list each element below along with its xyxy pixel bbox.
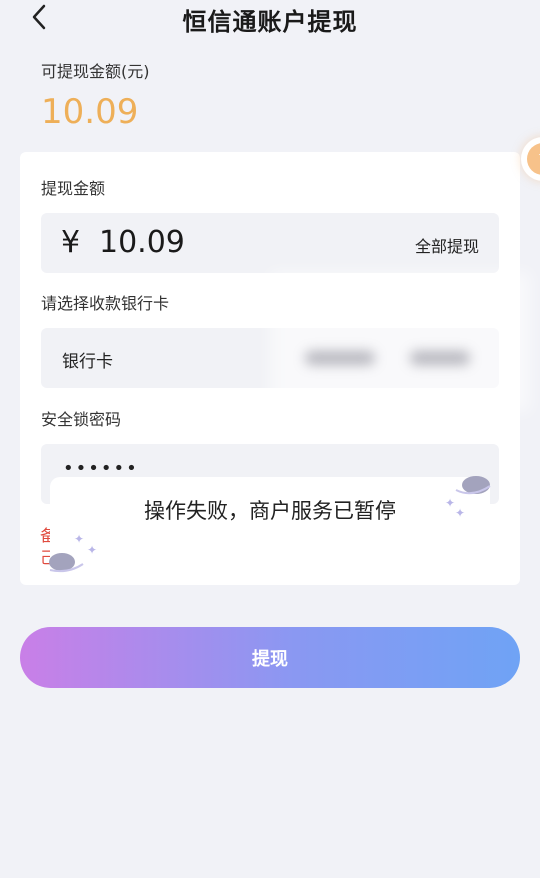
sparkle-icon: ✦ xyxy=(455,506,466,520)
currency-symbol: ¥ xyxy=(61,225,81,260)
amount-input[interactable]: 10.09 xyxy=(99,225,185,260)
toast-message: 操作失败，商户服务已暂停 ✦ ✦ ✦ ✦ xyxy=(49,476,491,573)
bank-card-value: 银行卡 xyxy=(62,352,113,372)
redacted-blob xyxy=(410,351,470,365)
sparkle-icon: ✦ xyxy=(445,496,456,510)
password-input[interactable]: •••••• xyxy=(63,458,139,479)
page-title: 恒信通账户提现 xyxy=(182,8,358,36)
withdraw-all-button[interactable]: 全部提现 xyxy=(415,233,479,257)
redacted-blob xyxy=(305,351,375,365)
planet-icon xyxy=(455,476,491,495)
floating-action-button[interactable]: T xyxy=(521,137,540,181)
password-label: 安全锁密码 xyxy=(41,410,122,429)
available-balance-value: 10.09 xyxy=(41,92,139,132)
available-balance-label: 可提现金额(元) xyxy=(41,62,150,81)
amount-label: 提现金额 xyxy=(41,179,106,198)
redacted-overlay xyxy=(270,272,530,412)
floating-button-icon: T xyxy=(527,143,540,175)
sparkle-icon: ✦ xyxy=(87,543,98,557)
withdraw-submit-button[interactable]: 提现 xyxy=(20,627,520,688)
bank-card-label: 请选择收款银行卡 xyxy=(41,294,170,313)
sparkle-icon: ✦ xyxy=(74,532,85,546)
toast-text: 操作失败，商户服务已暂停 xyxy=(144,499,396,523)
header: 恒信通账户提现 xyxy=(0,0,540,36)
planet-icon xyxy=(49,553,84,573)
amount-field[interactable]: ¥ 10.09 全部提现 xyxy=(41,213,499,273)
